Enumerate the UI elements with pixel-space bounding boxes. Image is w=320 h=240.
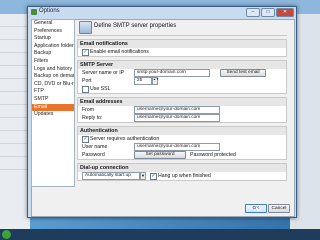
enable-notifications-label: Enable email notifications <box>90 49 149 55</box>
password-status: Password protected <box>190 152 236 158</box>
options-nav: General Preferences Startup Application … <box>31 19 75 187</box>
nav-item-logs[interactable]: Logs and history <box>32 66 74 74</box>
send-test-email-button[interactable]: Send test email <box>220 69 266 77</box>
nav-item-backup[interactable]: Backup <box>32 50 74 58</box>
nav-item-updates[interactable]: Updates <box>32 111 74 119</box>
reply-to-input[interactable]: username@your-domain.com <box>134 114 220 122</box>
enable-notifications-checkbox[interactable]: ✓ <box>82 49 89 56</box>
start-button[interactable] <box>2 230 11 239</box>
section-title: SMTP Server <box>78 61 286 69</box>
settings-panel: Define SMTP server properties Email noti… <box>77 19 287 185</box>
password-label: Password <box>82 152 105 158</box>
authentication-section: Authentication ✓ Server requires authent… <box>77 126 287 160</box>
nav-item-filters[interactable]: Filters <box>32 58 74 66</box>
nav-item-backup-on-demand[interactable]: Backup on demand <box>32 73 74 81</box>
dialog-footer: OK Cancel <box>31 202 293 214</box>
user-name-input[interactable]: username@your-domain.com <box>134 143 220 151</box>
nav-item-email[interactable]: Email <box>32 103 74 112</box>
dialup-mode-select[interactable]: Automatically start up <box>82 172 140 180</box>
nav-item-ftp[interactable]: FTP <box>32 88 74 96</box>
cancel-button[interactable]: Cancel <box>268 204 290 213</box>
dialup-section: Dial-up connection Automatically start u… <box>77 163 287 181</box>
background-app-left-panel <box>0 14 30 229</box>
options-dialog: Options – □ ✕ General Preferences Startu… <box>27 6 297 218</box>
dialog-titlebar[interactable]: Options – □ ✕ <box>28 7 296 17</box>
chevron-down-icon[interactable]: ▼ <box>140 172 146 180</box>
hangup-label: Hang up when finished <box>158 173 211 179</box>
app-icon <box>31 9 37 15</box>
section-title: Dial-up connection <box>78 164 286 172</box>
dialog-title: Options <box>39 8 60 14</box>
port-label: Port <box>82 78 92 84</box>
use-ssl-label: Use SSL <box>90 86 111 92</box>
minimize-button[interactable]: – <box>246 8 260 17</box>
server-label: Server name or IP <box>82 70 125 76</box>
requires-auth-label: Server requires authentication <box>90 136 160 142</box>
email-addresses-section: Email addresses From username@your-domai… <box>77 97 287 123</box>
section-title: Email notifications <box>78 40 286 48</box>
nav-item-application-folders[interactable]: Application folders <box>32 43 74 51</box>
nav-item-smtp[interactable]: SMTP <box>32 96 74 104</box>
smtp-server-section: SMTP Server Server name or IP smtp.your-… <box>77 60 287 94</box>
from-label: From <box>82 107 95 113</box>
taskbar <box>0 229 320 240</box>
nav-item-preferences[interactable]: Preferences <box>32 28 74 36</box>
panel-title: Define SMTP server properties <box>94 23 177 29</box>
nav-item-startup[interactable]: Startup <box>32 35 74 43</box>
nav-item-general[interactable]: General <box>32 20 74 28</box>
maximize-button[interactable]: □ <box>261 8 275 17</box>
reply-to-label: Reply to: <box>82 115 103 121</box>
requires-auth-checkbox[interactable]: ✓ <box>82 136 89 143</box>
from-input[interactable]: username@your-domain.com <box>134 106 220 114</box>
port-stepper[interactable]: ▲▼ <box>152 77 159 85</box>
nav-item-cd-dvd[interactable]: CD, DVD or Blu-ray <box>32 81 74 89</box>
email-notifications-section: Email notifications ✓ Enable email notif… <box>77 39 287 57</box>
server-input[interactable]: smtp.your-domain.com <box>134 69 210 77</box>
port-input[interactable]: 25 <box>134 77 152 85</box>
hangup-checkbox[interactable]: ✓ <box>150 173 157 180</box>
email-settings-icon <box>79 21 92 34</box>
set-password-button[interactable]: Set password <box>134 151 186 159</box>
section-title: Authentication <box>78 127 286 135</box>
panel-header: Define SMTP server properties <box>77 19 287 36</box>
section-title: Email addresses <box>78 98 286 106</box>
close-button[interactable]: ✕ <box>276 8 294 17</box>
use-ssl-checkbox[interactable] <box>82 86 89 93</box>
user-name-label: User name <box>82 144 108 150</box>
